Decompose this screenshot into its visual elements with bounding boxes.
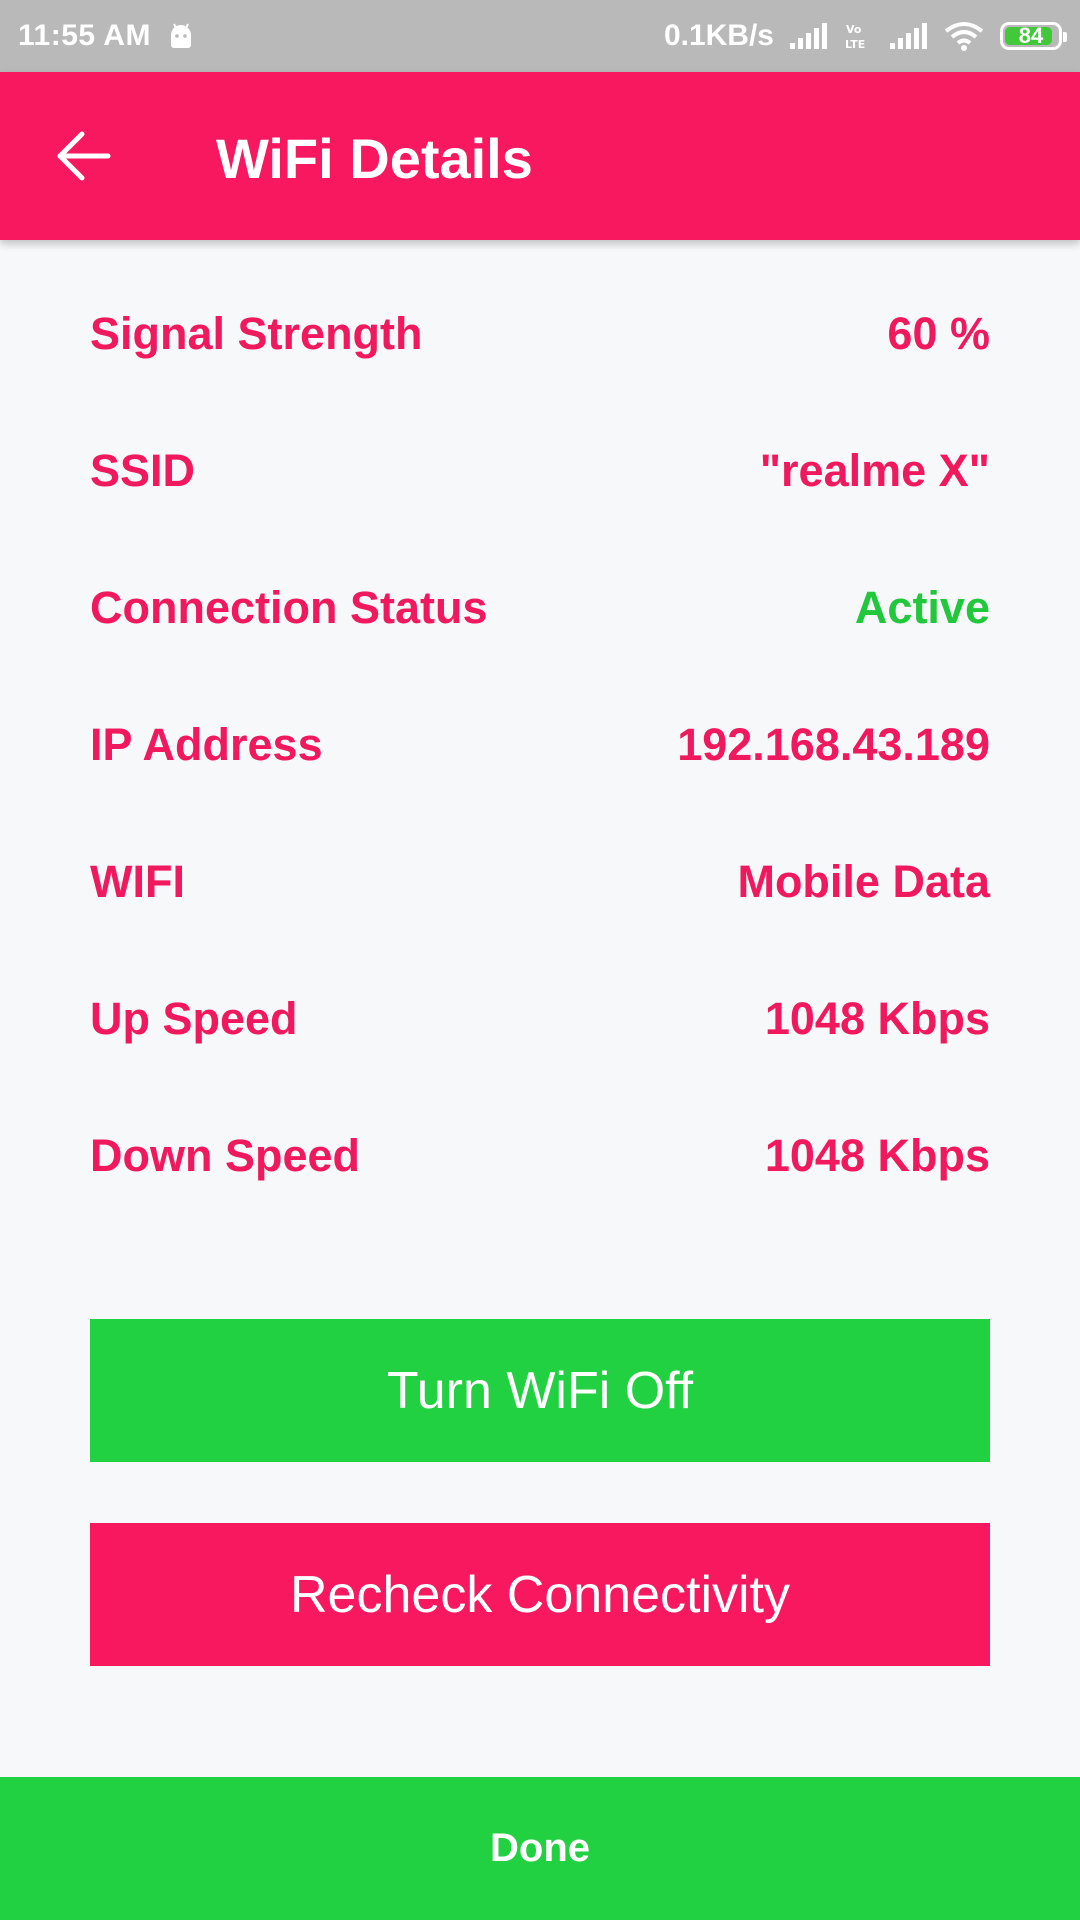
battery-icon: 84 <box>1000 22 1067 50</box>
volte-icon: Vo LTE <box>845 23 865 51</box>
android-icon <box>170 23 191 48</box>
status-bar-left: 11:55 AM <box>18 19 195 53</box>
detail-label: WIFI <box>90 856 185 907</box>
detail-label: Connection Status <box>90 582 488 633</box>
recheck-connectivity-button[interactable]: Recheck Connectivity <box>90 1523 990 1666</box>
status-bar-right: 0.1KB/s Vo LTE 84 <box>663 19 1067 53</box>
detail-row-connection-status: Connection Status Active <box>90 582 990 719</box>
detail-label: IP Address <box>90 719 323 770</box>
wifi-details-list: Signal Strength 60 % SSID "realme X" Con… <box>90 308 990 1267</box>
detail-label: Signal Strength <box>90 308 423 359</box>
detail-row-ip-address: IP Address 192.168.43.189 <box>90 719 990 856</box>
status-bar: 11:55 AM 0.1KB/s Vo LTE 84 <box>0 0 1080 72</box>
page-title: WiFi Details <box>216 127 533 190</box>
turn-wifi-off-button[interactable]: Turn WiFi Off <box>90 1319 990 1462</box>
status-time: 11:55 AM <box>18 19 151 52</box>
detail-row-ssid: SSID "realme X" <box>90 445 990 582</box>
detail-value: 60 % <box>887 308 990 359</box>
app-bar: WiFi Details <box>0 72 1080 240</box>
cell-signal-icon <box>790 23 827 49</box>
detail-row-wifi: WIFI Mobile Data <box>90 856 990 993</box>
connection-status-value: Active <box>854 582 990 633</box>
network-speed: 0.1KB/s <box>663 19 774 52</box>
detail-value: 1048 Kbps <box>764 1130 990 1181</box>
svg-text:Vo: Vo <box>846 23 862 36</box>
detail-label: Down Speed <box>90 1130 361 1181</box>
detail-row-signal-strength: Signal Strength 60 % <box>90 308 990 445</box>
detail-row-up-speed: Up Speed 1048 Kbps <box>90 993 990 1130</box>
detail-row-down-speed: Down Speed 1048 Kbps <box>90 1130 990 1267</box>
detail-value: Mobile Data <box>737 856 990 907</box>
detail-label: Up Speed <box>90 993 298 1044</box>
detail-label: SSID <box>90 445 196 496</box>
svg-text:LTE: LTE <box>845 38 865 51</box>
cell-signal-icon <box>890 23 927 49</box>
detail-value: 192.168.43.189 <box>677 719 990 770</box>
back-button[interactable] <box>56 130 112 182</box>
battery-level: 84 <box>1018 23 1044 48</box>
wifi-icon <box>944 22 984 51</box>
detail-value: 1048 Kbps <box>764 993 990 1044</box>
detail-value: "realme X" <box>759 445 990 496</box>
done-button[interactable]: Done <box>0 1777 1080 1920</box>
arrow-left-icon <box>57 131 111 181</box>
